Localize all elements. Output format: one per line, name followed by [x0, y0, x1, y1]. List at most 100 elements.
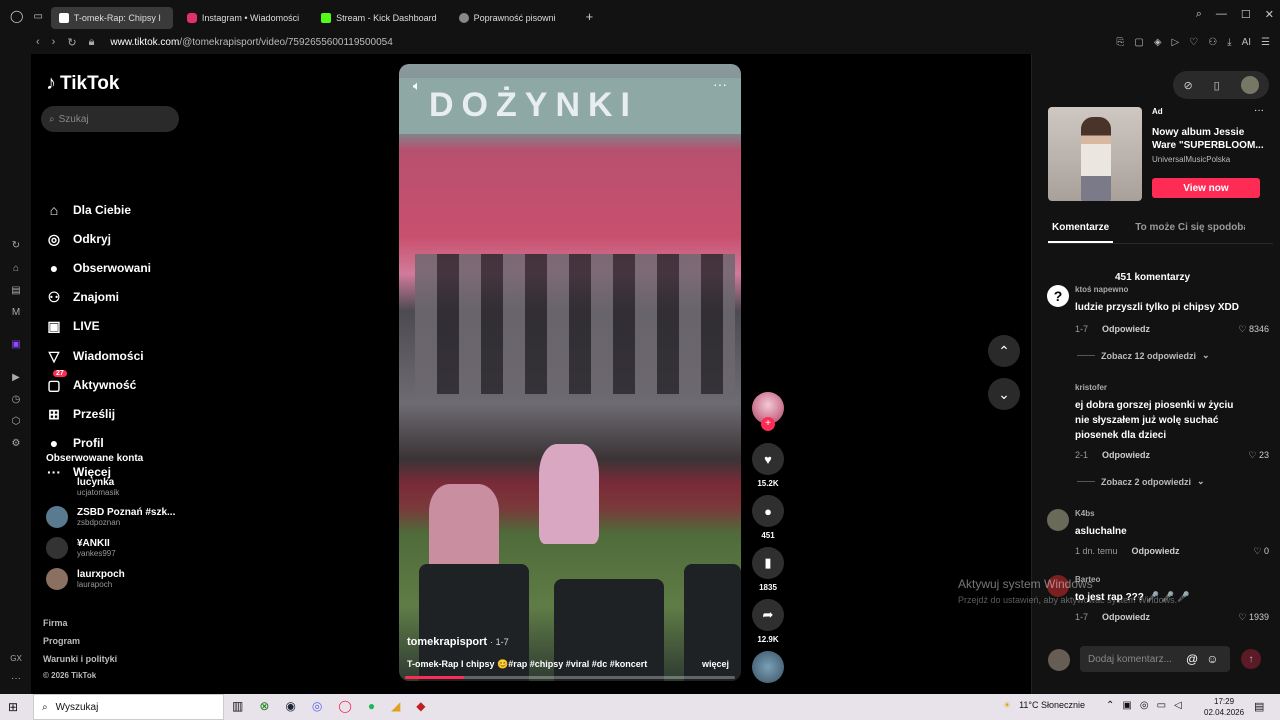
question-avatar-icon[interactable]: ?	[1047, 285, 1069, 307]
tab-comments[interactable]: Komentarze	[1048, 222, 1114, 243]
taskbar-search[interactable]: ⌕ Wyszukaj	[33, 694, 224, 720]
menu-icon[interactable]: ☰	[1261, 37, 1270, 48]
comment-likes[interactable]: ♡ 23	[1248, 450, 1269, 461]
network-icon[interactable]: ▭	[1157, 700, 1166, 711]
tab-overview-icon[interactable]: ▭	[33, 11, 42, 22]
shop-icon[interactable]: ⌂	[10, 263, 22, 275]
followed-account[interactable]: laurxpoch laurapoch	[46, 568, 125, 590]
view-replies-button[interactable]: Zobacz 12 odpowiedzi ⌄	[1077, 350, 1210, 361]
reply-button[interactable]: Odpowiedz	[1102, 324, 1150, 334]
xbox-icon[interactable]: ⊗	[259, 699, 269, 713]
footer-company[interactable]: Firma	[43, 618, 68, 628]
task-view-icon[interactable]: ▥	[232, 699, 243, 713]
sound-avatar[interactable]	[752, 651, 784, 683]
video-author[interactable]: tomekrapisport · 1-7	[407, 636, 509, 648]
avatar[interactable]	[1047, 509, 1069, 531]
video-player[interactable]: DOŻYNKI 🔈︎ ··· tomekrapisport · 1-7 T-om…	[399, 64, 741, 681]
search-input[interactable]: ⌕ Szukaj	[41, 106, 179, 132]
game-icon[interactable]: ◆	[416, 699, 425, 713]
ai-sidebar-icon[interactable]: ↻	[10, 240, 22, 252]
followed-account[interactable]: ¥ANKII yankes997	[46, 537, 116, 559]
opera-gx-icon[interactable]: ◯	[338, 699, 351, 713]
comment-likes[interactable]: ♡ 0	[1253, 546, 1269, 557]
more-sidebar-icon[interactable]: ···	[10, 673, 22, 685]
search-tabs-icon[interactable]: ⌕	[1196, 8, 1202, 21]
nav-item-4[interactable]: ▣ LIVE	[45, 317, 99, 335]
close-button[interactable]: ✕	[1265, 8, 1274, 21]
gx-icon[interactable]: GX	[10, 653, 22, 665]
wallet-icon[interactable]: ▤	[10, 285, 22, 297]
screenshot-icon[interactable]: ⎘	[1116, 37, 1124, 48]
next-video-button[interactable]: ⌄	[988, 378, 1020, 410]
snapshot-icon[interactable]: ▢	[1134, 37, 1143, 48]
comment-user[interactable]: kristofer	[1075, 383, 1107, 392]
messenger-icon[interactable]: M	[10, 307, 22, 319]
ad-sponsor[interactable]: UniversalMusicPolska	[1152, 155, 1230, 164]
tab-instagram[interactable]: Instagram • Wiadomości	[179, 7, 307, 29]
creator-avatar[interactable]: +	[752, 392, 784, 431]
tab-spelling[interactable]: Poprawność pisowni	[451, 7, 564, 29]
lock-icon[interactable]: 🔒︎	[89, 36, 95, 49]
tab-suggested[interactable]: To może Ci się spodobać	[1135, 222, 1245, 243]
tab-tiktok[interactable]: T-omek-Rap: Chipsy I	[50, 6, 173, 29]
footer-program[interactable]: Program	[43, 636, 80, 646]
twitch-icon[interactable]: ▣	[10, 339, 22, 351]
heart-icon[interactable]: ♡	[1189, 37, 1198, 48]
mention-icon[interactable]: @	[1186, 652, 1198, 666]
chevron-up-icon[interactable]: ⌃	[1106, 700, 1114, 711]
comment-user[interactable]: ktoś napewno	[1075, 285, 1128, 294]
minimize-button[interactable]: —	[1216, 8, 1227, 21]
device-icon[interactable]: ▯	[1214, 79, 1220, 92]
volume-icon[interactable]: 🔈︎	[413, 78, 421, 94]
player-icon[interactable]: ▶	[10, 372, 22, 384]
ad-more-icon[interactable]: ···	[1254, 105, 1264, 116]
ai-icon[interactable]: AI	[1242, 37, 1251, 48]
reply-button[interactable]: Odpowiedz	[1102, 450, 1150, 460]
tray-app-icon[interactable]: ▣	[1122, 700, 1131, 711]
tray-app-icon[interactable]: ◎	[1140, 700, 1149, 711]
download-icon[interactable]: ⤓	[1227, 37, 1231, 48]
url-field[interactable]: www.tiktok.com/@tomekrapisport/video/759…	[110, 37, 392, 48]
reload-button[interactable]: ↻	[67, 36, 76, 49]
emoji-icon[interactable]: ☺	[1206, 652, 1218, 666]
view-now-button[interactable]: View now	[1152, 178, 1260, 198]
nav-item-0[interactable]: ⌂ Dla Ciebie	[45, 201, 131, 219]
footer-terms[interactable]: Warunki i polityki	[43, 654, 117, 664]
previous-video-button[interactable]: ⌃	[988, 335, 1020, 367]
caption-more-link[interactable]: więcej	[702, 659, 729, 669]
view-replies-button[interactable]: Zobacz 2 odpowiedzi ⌄	[1077, 476, 1205, 487]
user-avatar[interactable]	[1240, 76, 1259, 94]
steam-icon[interactable]: ◉	[285, 699, 295, 713]
send-comment-button[interactable]: ↑	[1241, 649, 1261, 669]
nav-item-1[interactable]: ◎ Odkryj	[45, 230, 111, 248]
comment-likes[interactable]: ♡ 8346	[1238, 324, 1269, 335]
follow-plus-icon[interactable]: +	[761, 417, 775, 431]
back-button[interactable]: ‹	[36, 36, 40, 49]
play-icon[interactable]: ▷	[1172, 37, 1180, 48]
comment-icon[interactable]: ●	[752, 495, 784, 527]
tab-kick[interactable]: Stream - Kick Dashboard	[313, 7, 445, 29]
share-icon[interactable]: ➦	[752, 599, 784, 631]
author-name[interactable]: tomekrapisport	[407, 636, 487, 648]
nav-item-8[interactable]: ● Profil	[45, 434, 104, 452]
settings-icon[interactable]: ⚙	[10, 438, 22, 450]
followed-account[interactable]: lucynka ucjatomasik	[46, 476, 119, 498]
windows-start-icon[interactable]: ⊞	[8, 700, 18, 714]
more-options-icon[interactable]: ···	[713, 76, 727, 92]
comment-likes[interactable]: ♡ 1939	[1238, 612, 1269, 623]
forward-button[interactable]: ›	[52, 36, 56, 49]
nav-item-2[interactable]: ● Obserwowani	[45, 259, 151, 277]
ad-card[interactable]: Ad ··· Nowy album Jessie Ware "SUPERBLOO…	[1048, 105, 1264, 201]
maximize-button[interactable]: ☐	[1241, 8, 1251, 21]
notifications-icon[interactable]: ▤	[1254, 700, 1264, 713]
volume-icon[interactable]: ◁	[1174, 700, 1182, 711]
followed-account[interactable]: ZSBD Poznań #szk... zsbdpoznan	[46, 506, 175, 528]
tiktok-logo[interactable]: ♪ TikTok	[46, 72, 119, 95]
history-icon[interactable]: ◷	[10, 394, 22, 406]
spotify-icon[interactable]: ●	[368, 699, 375, 713]
ad-title[interactable]: Nowy album Jessie Ware "SUPERBLOOM...	[1152, 126, 1264, 152]
bookmark-icon[interactable]: ▮	[752, 547, 784, 579]
account-icon[interactable]: ⚇	[1208, 37, 1217, 48]
reply-button[interactable]: Odpowiedz	[1132, 546, 1180, 556]
ad-image[interactable]	[1048, 107, 1142, 201]
